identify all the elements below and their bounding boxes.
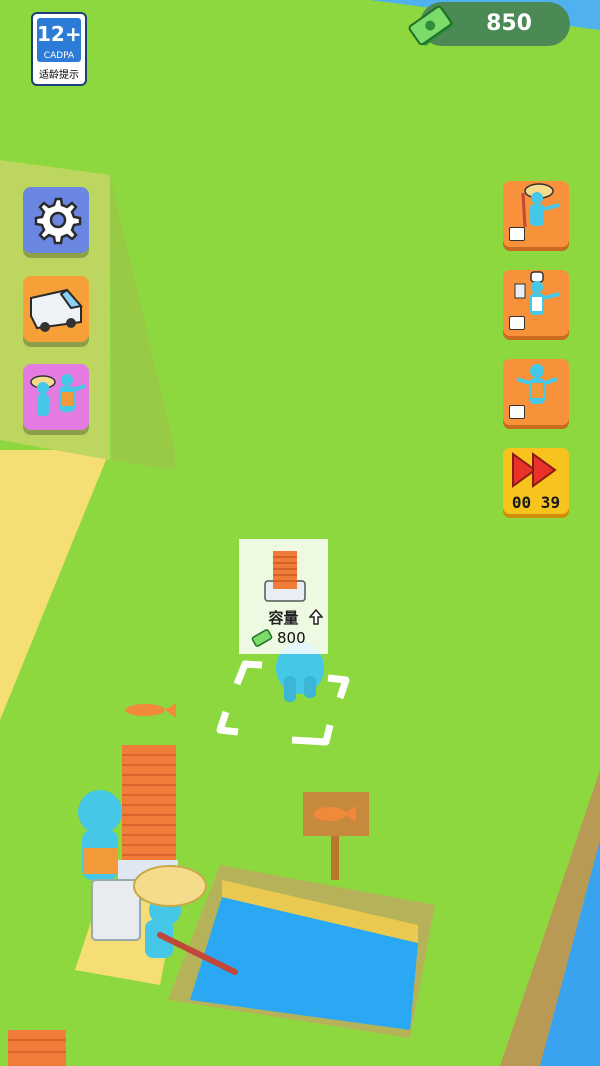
money-value: 850 [486,11,532,36]
staff-button[interactable] [23,364,89,430]
up-arrow-icon [309,609,323,625]
game-scene[interactable] [0,0,600,1066]
age-rating-caption: 适龄提示 [39,70,79,81]
van-icon [30,288,83,332]
speedup-button[interactable]: 00 39 [503,448,569,514]
cadpa-brand: CADPA [43,51,75,61]
price-cash-icon [251,629,273,647]
video-icon [509,316,525,330]
age-rating-label: 12+ [37,22,82,46]
video-icon [509,405,525,419]
age-rating-panel: 12+ CADPA [37,18,82,62]
age-rating-badge: 12+ CADPA 适龄提示 [31,12,87,86]
world-background [0,0,600,1066]
hire-fisher-button[interactable] [503,181,569,247]
fish-stack-icon [264,551,306,602]
gear-icon [34,197,82,245]
staff-group-icon [30,374,86,416]
fast-forward-icon [512,452,557,488]
hire-cashier-button[interactable] [503,359,569,425]
hire-chef-button[interactable] [503,270,569,336]
cash-icon [408,5,455,46]
settings-button[interactable] [23,187,89,253]
video-icon [509,227,525,241]
capacity-upgrade-panel[interactable]: 容量 800 [239,539,328,654]
van-button[interactable] [23,276,89,342]
upgrade-price: 800 [277,629,306,647]
speedup-timer: 00 39 [511,493,561,512]
